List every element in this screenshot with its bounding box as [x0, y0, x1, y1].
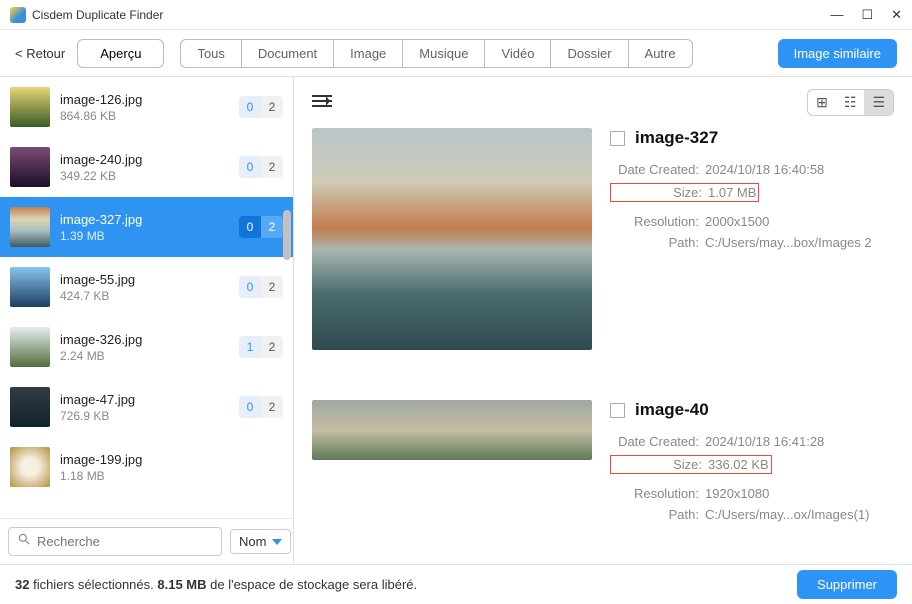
- back-button[interactable]: < Retour: [15, 46, 65, 61]
- similar-image-button[interactable]: Image similaire: [778, 39, 897, 68]
- list-item[interactable]: image-47.jpg 726.9 KB 02: [0, 377, 293, 437]
- duplicate-title: image-40: [635, 400, 709, 420]
- list-item[interactable]: image-326.jpg 2.24 MB 12: [0, 317, 293, 377]
- list-item[interactable]: image-55.jpg 424.7 KB 02: [0, 257, 293, 317]
- thumbnail: [10, 447, 50, 487]
- file-size: 864.86 KB: [60, 109, 229, 123]
- tab-musique[interactable]: Musique: [403, 39, 485, 68]
- file-size: 726.9 KB: [60, 409, 229, 423]
- footer-text: 32 fichiers sélectionnés. 8.15 MB de l'e…: [15, 577, 417, 592]
- content: image-126.jpg 864.86 KB 02 image-240.jpg 3…: [0, 77, 912, 564]
- detail-body[interactable]: image-327 Date Created:2024/10/18 16:40:…: [294, 128, 912, 564]
- thumbnail: [10, 327, 50, 367]
- tab-autre[interactable]: Autre: [629, 39, 693, 68]
- maximize-button[interactable]: ☐: [861, 7, 873, 23]
- search-box[interactable]: [8, 527, 222, 556]
- scrollbar-thumb[interactable]: [283, 210, 291, 260]
- type-tabs: Tous Document Image Musique Vidéo Dossie…: [180, 39, 692, 68]
- size-highlight: Size:1.07 MB: [610, 183, 759, 202]
- file-name: image-240.jpg: [60, 152, 229, 167]
- size-highlight: Size:336.02 KB: [610, 455, 772, 474]
- list-item[interactable]: image-199.jpg 1.18 MB: [0, 437, 293, 497]
- file-size: 1.39 MB: [60, 229, 229, 243]
- tab-video[interactable]: Vidéo: [485, 39, 551, 68]
- footer: 32 fichiers sélectionnés. 8.15 MB de l'e…: [0, 564, 912, 604]
- toolbar: < Retour Aperçu Tous Document Image Musi…: [0, 30, 912, 77]
- count-badge: 02: [239, 96, 283, 118]
- file-name: image-199.jpg: [60, 452, 283, 467]
- filter-icon[interactable]: [312, 92, 332, 113]
- file-name: image-55.jpg: [60, 272, 229, 287]
- file-name: image-326.jpg: [60, 332, 229, 347]
- count-badge: 12: [239, 336, 283, 358]
- count-badge: 02: [239, 396, 283, 418]
- list-item[interactable]: image-240.jpg 349.22 KB 02: [0, 137, 293, 197]
- search-icon: [17, 532, 31, 551]
- tab-document[interactable]: Document: [242, 39, 334, 68]
- duplicate-block: image-327 Date Created:2024/10/18 16:40:…: [312, 128, 894, 350]
- tab-tous[interactable]: Tous: [180, 39, 241, 68]
- view-mode-switch: ⊞ ☷ ☰: [807, 89, 894, 116]
- duplicate-info: image-327 Date Created:2024/10/18 16:40:…: [610, 128, 894, 350]
- file-name: image-327.jpg: [60, 212, 229, 227]
- sort-button[interactable]: Nom: [230, 529, 291, 554]
- count-badge: 02: [239, 156, 283, 178]
- file-size: 349.22 KB: [60, 169, 229, 183]
- duplicate-title: image-327: [635, 128, 718, 148]
- search-input[interactable]: [37, 534, 213, 549]
- count-badge: 02: [239, 276, 283, 298]
- sort-label: Nom: [239, 534, 266, 549]
- delete-button[interactable]: Supprimer: [797, 570, 897, 599]
- sidebar: image-126.jpg 864.86 KB 02 image-240.jpg 3…: [0, 77, 294, 564]
- view-columns[interactable]: ☷: [836, 90, 865, 115]
- file-size: 424.7 KB: [60, 289, 229, 303]
- preview-image: [312, 400, 592, 460]
- list-item-selected[interactable]: image-327.jpg 1.39 MB 02: [0, 197, 293, 257]
- chevron-down-icon: [272, 539, 282, 545]
- file-list[interactable]: image-126.jpg 864.86 KB 02 image-240.jpg 3…: [0, 77, 293, 518]
- thumbnail: [10, 147, 50, 187]
- count-badge: 02: [239, 216, 283, 238]
- tab-dossier[interactable]: Dossier: [551, 39, 628, 68]
- detail-toolbar: ⊞ ☷ ☰: [294, 77, 912, 128]
- file-name: image-47.jpg: [60, 392, 229, 407]
- select-checkbox[interactable]: [610, 131, 625, 146]
- duplicate-info: image-40 Date Created:2024/10/18 16:41:2…: [610, 400, 894, 528]
- select-checkbox[interactable]: [610, 403, 625, 418]
- tab-image[interactable]: Image: [334, 39, 403, 68]
- duplicate-block: image-40 Date Created:2024/10/18 16:41:2…: [312, 400, 894, 528]
- thumbnail: [10, 207, 50, 247]
- thumbnail: [10, 267, 50, 307]
- thumbnail: [10, 387, 50, 427]
- list-item[interactable]: image-126.jpg 864.86 KB 02: [0, 77, 293, 137]
- window-controls: — ☐ ✕: [830, 7, 902, 23]
- view-grid[interactable]: ⊞: [808, 90, 836, 115]
- thumbnail: [10, 87, 50, 127]
- view-list[interactable]: ☰: [864, 90, 893, 115]
- preview-image: [312, 128, 592, 350]
- preview-button[interactable]: Aperçu: [77, 39, 164, 68]
- detail-pane: ⊞ ☷ ☰ image-327 Date Created:2024/10/18 …: [294, 77, 912, 564]
- minimize-button[interactable]: —: [830, 7, 843, 23]
- app-icon: [10, 7, 26, 23]
- file-size: 2.24 MB: [60, 349, 229, 363]
- close-button[interactable]: ✕: [891, 7, 902, 23]
- window-title: Cisdem Duplicate Finder: [32, 8, 830, 22]
- search-row: Nom: [0, 518, 293, 564]
- titlebar: Cisdem Duplicate Finder — ☐ ✕: [0, 0, 912, 30]
- file-name: image-126.jpg: [60, 92, 229, 107]
- file-size: 1.18 MB: [60, 469, 283, 483]
